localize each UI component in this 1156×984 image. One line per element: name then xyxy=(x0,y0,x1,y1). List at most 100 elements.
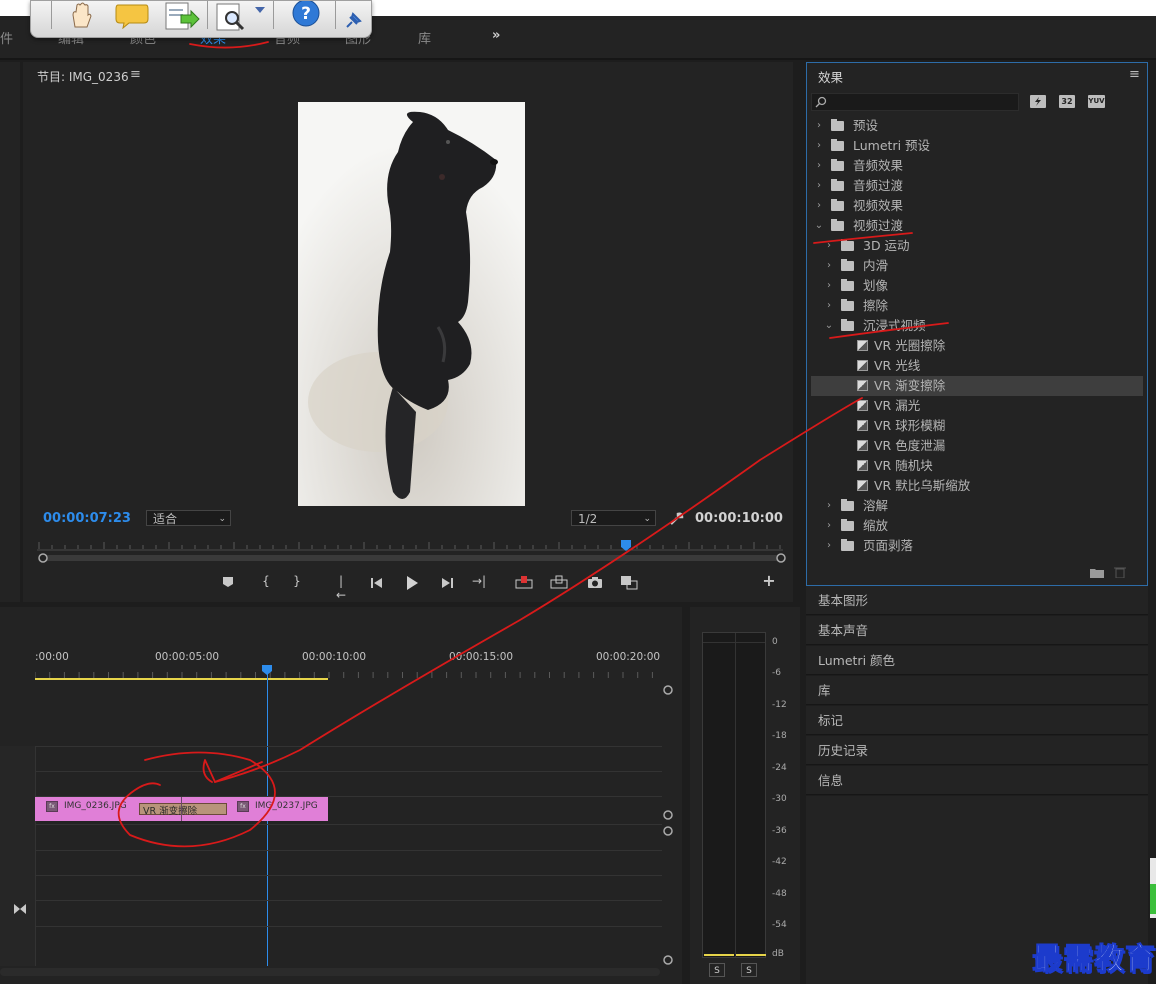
pin-icon[interactable] xyxy=(343,11,363,31)
panel-info[interactable]: 信息 xyxy=(806,766,1148,795)
insert-icon[interactable] xyxy=(515,575,533,589)
chevron-down-icon[interactable]: ⌄ xyxy=(824,316,834,336)
chevron-down-icon[interactable]: ⌄ xyxy=(814,216,824,236)
ruler-label: 00:00:10:00 xyxy=(302,651,367,663)
yuv-effects-icon[interactable]: YUV xyxy=(1088,95,1105,108)
effects-menu-icon[interactable]: ≡ xyxy=(1129,67,1140,82)
panel-libraries[interactable]: 库 xyxy=(806,676,1148,705)
chevron-right-icon[interactable]: › xyxy=(824,256,834,276)
zoom-icon[interactable] xyxy=(215,1,251,33)
hand-icon[interactable] xyxy=(67,1,95,29)
effect-item[interactable]: VR 默比乌斯缩放 xyxy=(811,476,1143,496)
bowtie-icon[interactable] xyxy=(13,903,27,915)
help-icon[interactable]: ? xyxy=(289,1,323,29)
effect-item[interactable]: VR 渐变擦除 xyxy=(811,376,1143,396)
add-marker-icon[interactable] xyxy=(222,576,234,588)
panel-lumetri-color[interactable]: Lumetri 颜色 xyxy=(806,646,1148,675)
effect-item[interactable]: VR 随机块 xyxy=(811,456,1143,476)
chevron-right-icon[interactable]: › xyxy=(824,296,834,316)
meter-scale-label: -12 xyxy=(772,700,787,710)
accelerated-effects-icon[interactable] xyxy=(1030,95,1046,108)
chevron-right-icon[interactable]: › xyxy=(814,136,824,156)
chevron-right-icon[interactable]: › xyxy=(824,276,834,296)
effect-tree-label: VR 球形模糊 xyxy=(874,418,946,433)
effects-folder-item[interactable]: › 内滑 xyxy=(811,256,1143,276)
resolution-dropdown[interactable]: 1/2 ⌄ xyxy=(571,510,656,526)
chevron-right-icon[interactable]: › xyxy=(824,536,834,556)
meter-scale-label: -36 xyxy=(772,826,787,836)
effects-folder-item[interactable]: › 预设 xyxy=(811,116,1143,136)
solo-right-button[interactable]: S xyxy=(741,963,757,977)
chevron-right-icon[interactable]: › xyxy=(814,116,824,136)
monitor-scrubber[interactable] xyxy=(35,536,790,564)
watermark-text: 最需教育 xyxy=(1032,942,1156,978)
effects-folder-item[interactable]: › 视频效果 xyxy=(811,196,1143,216)
32bit-effects-icon[interactable]: 32 xyxy=(1059,95,1075,108)
effects-folder-item[interactable]: › Lumetri 预设 xyxy=(811,136,1143,156)
meter-scale-label: -6 xyxy=(772,668,781,678)
overwrite-icon[interactable] xyxy=(550,575,568,589)
effects-folder-item[interactable]: ⌄ 沉浸式视频 xyxy=(811,316,1143,336)
effects-folder-item[interactable]: › 音频效果 xyxy=(811,156,1143,176)
chevron-right-icon[interactable]: › xyxy=(824,516,834,536)
fit-dropdown[interactable]: 适合 ⌄ xyxy=(146,510,231,526)
dog-image xyxy=(298,102,525,506)
effects-folder-item[interactable]: ⌄ 视频过渡 xyxy=(811,216,1143,236)
chevron-down-icon[interactable] xyxy=(255,7,265,15)
tab-assembly[interactable]: 件 xyxy=(0,28,13,47)
effect-item[interactable]: VR 色度泄漏 xyxy=(811,436,1143,456)
tab-libraries[interactable]: 库 xyxy=(418,28,431,47)
compare-view-icon[interactable] xyxy=(620,575,638,590)
play-icon[interactable] xyxy=(404,575,420,591)
resolution-dropdown-value: 1/2 xyxy=(578,512,598,526)
transition-effect-icon xyxy=(857,400,868,411)
comment-icon[interactable] xyxy=(115,1,149,29)
effect-tree-label: 预设 xyxy=(853,118,879,133)
effect-item[interactable]: VR 漏光 xyxy=(811,396,1143,416)
new-bin-icon[interactable] xyxy=(1090,567,1104,578)
solo-left-button[interactable]: S xyxy=(709,963,725,977)
export-page-icon[interactable] xyxy=(163,1,201,31)
folder-icon xyxy=(841,539,854,551)
chevron-right-icon[interactable]: › xyxy=(814,196,824,216)
chevron-right-icon[interactable]: › xyxy=(814,176,824,196)
chevron-right-icon[interactable]: › xyxy=(814,156,824,176)
camera-icon[interactable] xyxy=(587,576,603,589)
mark-out-icon[interactable]: } xyxy=(290,574,304,588)
trash-icon[interactable] xyxy=(1114,566,1126,578)
current-timecode[interactable]: 00:00:07:23 xyxy=(43,511,131,526)
effects-folder-item[interactable]: › 划像 xyxy=(811,276,1143,296)
effects-folder-item[interactable]: › 擦除 xyxy=(811,296,1143,316)
go-to-out-icon[interactable]: →| xyxy=(472,574,486,588)
effect-tree-label: 视频效果 xyxy=(853,198,904,213)
monitor-menu-icon[interactable]: ≡ xyxy=(130,67,141,82)
effects-search-input[interactable] xyxy=(830,95,1019,111)
effects-folder-item[interactable]: › 3D 运动 xyxy=(811,236,1143,256)
panel-history[interactable]: 历史记录 xyxy=(806,736,1148,765)
panel-essential-sound[interactable]: 基本声音 xyxy=(806,616,1148,645)
effects-search-field[interactable] xyxy=(811,93,1019,111)
wrench-icon[interactable] xyxy=(668,511,684,527)
effects-folder-item[interactable]: › 溶解 xyxy=(811,496,1143,516)
go-to-in-icon[interactable]: |← xyxy=(334,574,348,602)
step-back-icon[interactable] xyxy=(370,577,384,589)
panel-essential-graphics[interactable]: 基本图形 xyxy=(806,586,1148,615)
audio-meter-bars xyxy=(702,632,766,958)
chevron-right-icon[interactable]: › xyxy=(824,496,834,516)
effects-folder-item[interactable]: › 缩放 xyxy=(811,516,1143,536)
effect-item[interactable]: VR 光线 xyxy=(811,356,1143,376)
more-tabs-icon[interactable]: » xyxy=(492,28,500,43)
step-forward-icon[interactable] xyxy=(440,577,454,589)
effects-folder-item[interactable]: › 音频过渡 xyxy=(811,176,1143,196)
timeline-horizontal-scrollbar[interactable] xyxy=(0,968,660,976)
chevron-right-icon[interactable]: › xyxy=(824,236,834,256)
transition-block[interactable]: VR 渐变擦除 xyxy=(139,803,227,817)
fx-badge: fx xyxy=(46,801,58,812)
mark-in-icon[interactable]: { xyxy=(259,574,273,588)
effects-folder-item[interactable]: › 页面剥落 xyxy=(811,536,1143,556)
add-button-icon[interactable]: + xyxy=(762,573,776,589)
effect-item[interactable]: VR 光圈擦除 xyxy=(811,336,1143,356)
timeline-scroll-handles[interactable] xyxy=(662,684,674,969)
effect-item[interactable]: VR 球形模糊 xyxy=(811,416,1143,436)
panel-markers[interactable]: 标记 xyxy=(806,706,1148,735)
